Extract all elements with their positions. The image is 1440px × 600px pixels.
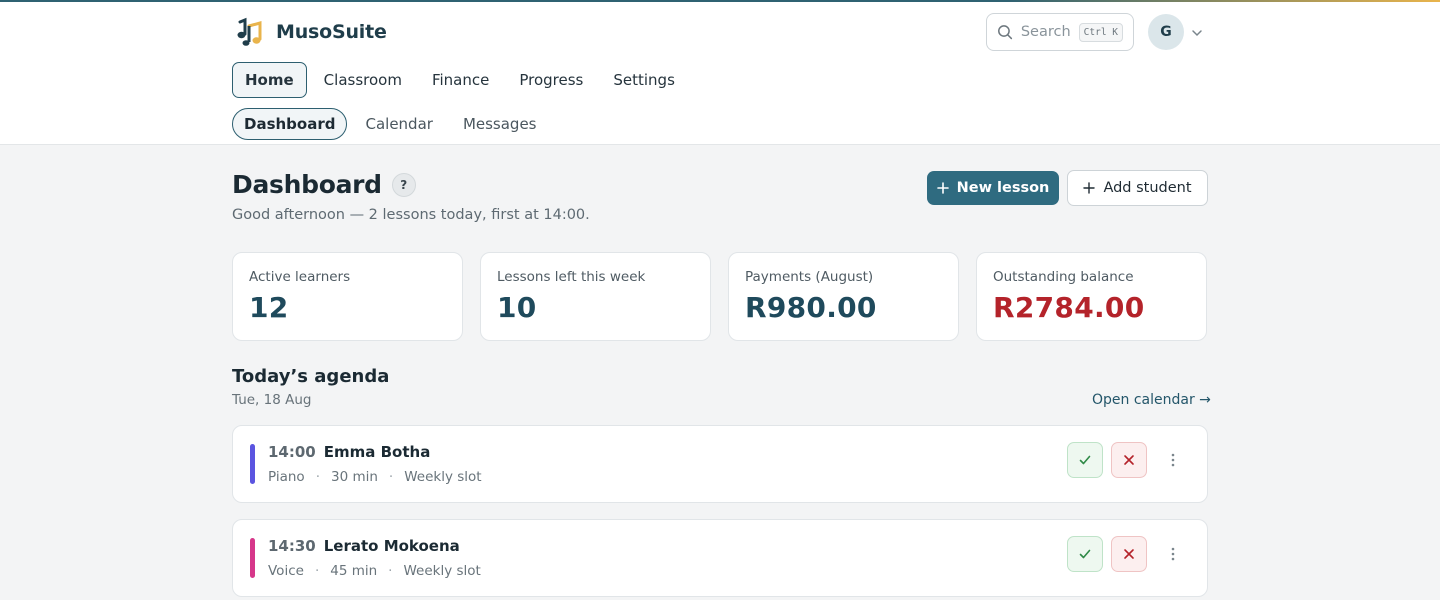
close-icon [1124,455,1134,465]
nav-home[interactable]: Home [232,62,307,98]
separator: · [314,563,320,579]
open-calendar-link[interactable]: Open calendar → [1092,392,1211,408]
nav-finance[interactable]: Finance [419,62,502,98]
stat-card-payments: Payments (August) R980.00 [728,252,959,341]
brand-name: MusoSuite [276,21,387,43]
nav-classroom[interactable]: Classroom [311,62,415,98]
mark-attended-button[interactable] [1067,536,1103,572]
lesson-color-bar [250,444,255,484]
lesson-time: 14:00 [268,443,316,461]
lesson-slot: Weekly slot [403,563,481,579]
stat-card-lessons-left: Lessons left this week 10 [480,252,711,341]
chevron-down-icon[interactable] [1190,26,1204,40]
cancel-lesson-button[interactable] [1111,536,1147,572]
stat-label: Lessons left this week [497,269,646,285]
stat-label: Payments (August) [745,269,874,285]
stat-card-outstanding-balance: Outstanding balance R2784.00 [976,252,1207,341]
lesson-duration: 30 min [330,469,378,485]
stat-value: R980.00 [745,291,877,324]
tab-messages[interactable]: Messages [451,108,549,140]
search-box[interactable]: Search Ctrl K [986,13,1134,51]
new-lesson-label: New lesson [956,180,1050,196]
lesson-row[interactable]: 14:30 Lerato Mokoena Voice · 45 min · We… [232,519,1208,597]
lesson-student-name: Emma Botha [323,443,431,461]
close-icon [1124,549,1134,559]
check-icon [1079,549,1091,559]
separator: · [388,469,394,485]
lesson-student-name: Lerato Mokoena [323,537,460,555]
stat-value: 12 [249,291,289,324]
check-icon [1079,455,1091,465]
separator: · [388,563,393,579]
stat-value: 10 [497,291,537,324]
help-icon[interactable]: ? [391,172,416,197]
agenda-title: Today’s agenda [232,366,390,387]
agenda-date: Tue, 18 Aug [232,392,312,408]
user-avatar[interactable]: G [1148,14,1184,50]
new-lesson-button[interactable]: New lesson [927,171,1059,205]
page-title: Dashboard [232,170,382,199]
more-options-icon[interactable] [1163,450,1183,470]
app-header: MusoSuite Search Ctrl K G Home Classroom… [0,2,1440,145]
page-title-row: Dashboard ? [232,170,416,199]
music-note-logo-icon [237,17,262,46]
stat-label: Active learners [249,269,351,285]
primary-nav: Home Classroom Finance Progress Settings [232,62,692,98]
tab-dashboard[interactable]: Dashboard [232,108,348,140]
cancel-lesson-button[interactable] [1111,442,1147,478]
page-subtitle: Good afternoon — 2 lessons today, first … [232,207,590,223]
lesson-instrument: Piano [268,469,305,485]
lesson-instrument: Voice [268,563,304,579]
separator: · [315,469,320,485]
add-student-label: Add student [1103,180,1192,196]
nav-progress[interactable]: Progress [506,62,596,98]
search-placeholder: Search [1020,24,1071,40]
stat-value: R2784.00 [993,291,1145,324]
add-student-button[interactable]: Add student [1067,170,1208,206]
brand[interactable]: MusoSuite [234,16,387,48]
stat-label: Outstanding balance [993,269,1134,285]
more-options-icon[interactable] [1163,544,1183,564]
search-shortcut: Ctrl K [1078,22,1123,42]
tab-calendar[interactable]: Calendar [353,108,444,140]
nav-settings[interactable]: Settings [600,62,688,98]
plus-icon [1083,182,1096,194]
stat-card-active-learners: Active learners 12 [232,252,463,341]
lesson-color-bar [250,538,255,578]
search-icon [998,25,1013,40]
mark-attended-button[interactable] [1067,442,1103,478]
plus-icon [936,182,949,194]
lesson-duration: 45 min [330,563,378,579]
lesson-time: 14:30 [268,537,316,555]
secondary-nav: Dashboard Calendar Messages [232,108,555,140]
lesson-row[interactable]: 14:00 Emma Botha Piano · 30 min · Weekly… [232,425,1208,503]
lesson-slot: Weekly slot [404,469,482,485]
